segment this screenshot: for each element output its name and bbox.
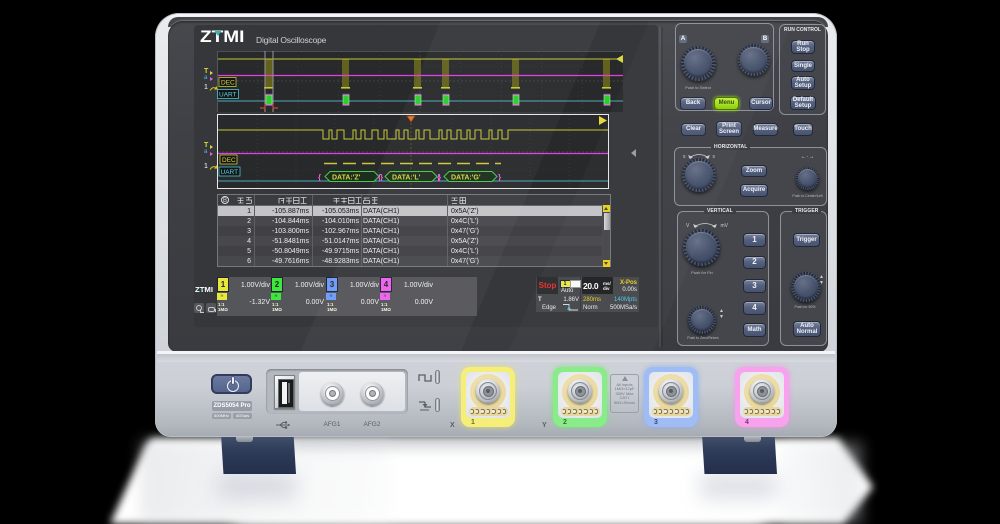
svg-text:{: {	[318, 173, 321, 182]
svg-text:}: }	[498, 173, 501, 182]
svg-text:DEC: DEC	[221, 80, 235, 87]
svg-text:DATA:'G': DATA:'G'	[451, 175, 481, 182]
svg-text:DEC: DEC	[222, 157, 236, 164]
svg-text:UART: UART	[221, 169, 239, 176]
svg-text:{: {	[378, 173, 381, 182]
svg-text:UART: UART	[219, 92, 237, 99]
svg-text:DATA:'L': DATA:'L'	[392, 175, 421, 182]
svg-text:DATA:'Z': DATA:'Z'	[332, 175, 361, 182]
svg-text:{: {	[437, 173, 440, 182]
